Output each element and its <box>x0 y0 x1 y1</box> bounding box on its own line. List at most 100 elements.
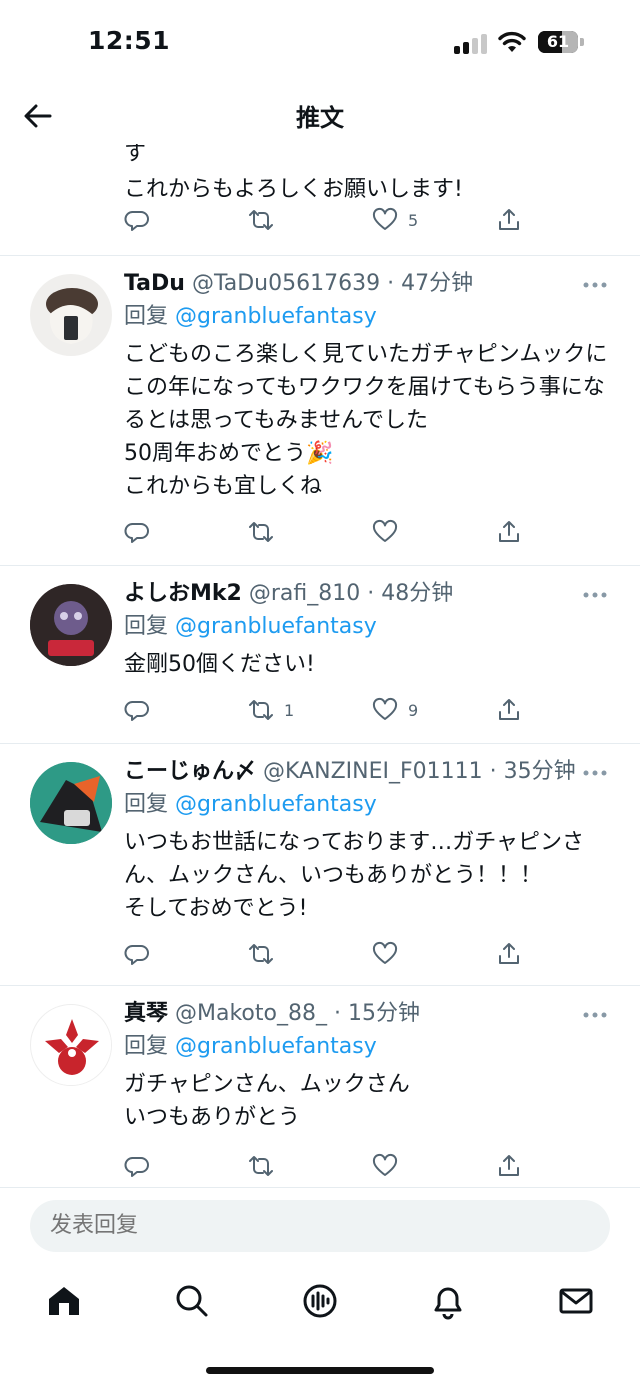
reply-to-handle[interactable]: @granbluefantasy <box>175 1034 377 1059</box>
reply-to-handle[interactable]: @granbluefantasy <box>175 304 377 329</box>
heart-icon <box>372 519 398 542</box>
reply-feed[interactable]: す これからもよろしくお願いします! 5 TaDu @TaDu05617639 … <box>0 144 640 1187</box>
tweet-text: いつもお世話になっております…ガチャピンさん、ムックさん、いつもありがとう！！！… <box>124 830 585 921</box>
tweet-time: 15分钟 <box>347 1001 420 1026</box>
user-handle[interactable]: @TaDu05617639 <box>192 271 380 296</box>
tweet[interactable]: こーじゅん〆 @KANZINEI_F01111 · 35分钟 回复 @granb… <box>0 744 640 986</box>
tweet[interactable]: TaDu @TaDu05617639 · 47分钟 回复 @granbluefa… <box>0 256 640 566</box>
share-icon <box>499 943 519 964</box>
home-icon[interactable] <box>44 1281 84 1321</box>
avatar-image <box>46 288 98 344</box>
tweet-text: 金剛50個ください! <box>124 652 315 677</box>
tweet-actions <box>124 940 524 968</box>
reply-to-line: 回复 @granbluefantasy <box>124 1030 614 1064</box>
like-button[interactable] <box>372 1152 408 1180</box>
tweet-time: 48分钟 <box>381 581 454 606</box>
tweet[interactable]: す これからもよろしくお願いします! 5 <box>0 144 640 256</box>
tweet[interactable]: よしおMk2 @rafi_810 · 48分钟 回复 @granbluefant… <box>0 566 640 744</box>
retweet-icon <box>249 944 273 964</box>
retweet-icon <box>249 700 273 720</box>
tweet-time: 47分钟 <box>401 271 474 296</box>
reply-prefix: 回复 <box>124 1034 169 1059</box>
separator: · <box>489 759 497 784</box>
share-button[interactable] <box>496 1152 522 1180</box>
home-indicator <box>206 1367 434 1374</box>
separator: · <box>387 271 395 296</box>
user-handle[interactable]: @Makoto_88_ <box>175 1001 327 1026</box>
spaces-icon[interactable] <box>300 1281 340 1321</box>
tweet-header: よしおMk2 @rafi_810 · 48分钟 <box>124 578 614 610</box>
tweet[interactable]: 真琴 @Makoto_88_ · 15分钟 回复 @granbluefantas… <box>0 986 640 1187</box>
user-handle[interactable]: @rafi_810 <box>249 581 360 606</box>
retweet-icon <box>249 210 273 230</box>
battery-level: 61 <box>546 32 570 51</box>
display-name[interactable]: TaDu <box>124 271 185 296</box>
notifications-icon[interactable] <box>428 1281 468 1321</box>
reply-to-line: 回复 @granbluefantasy <box>124 300 614 334</box>
heart-icon <box>372 941 398 964</box>
tweet-text: こどものころ楽しく見ていたガチャピンムックにこの年になってもワクワクを届けてもら… <box>124 342 608 499</box>
like-count: 9 <box>408 700 419 720</box>
tweet-text: ガチャピンさん、ムックさん いつもありがとう <box>124 1072 410 1130</box>
reply-prefix: 回复 <box>124 614 169 639</box>
reply-button[interactable] <box>124 1152 160 1180</box>
tweet-actions: 1 9 <box>124 696 524 724</box>
retweet-button[interactable] <box>248 518 284 546</box>
avatar-image <box>30 762 112 844</box>
tweet-actions <box>124 1152 524 1180</box>
share-button[interactable] <box>496 696 522 724</box>
like-button[interactable] <box>372 940 408 968</box>
like-count: 5 <box>408 210 419 230</box>
user-handle[interactable]: @KANZINEI_F01111 <box>263 759 483 784</box>
share-button[interactable] <box>496 518 522 546</box>
reply-button[interactable] <box>124 940 160 968</box>
avatar[interactable] <box>30 584 112 666</box>
heart-icon <box>372 697 398 720</box>
avatar[interactable] <box>30 274 112 356</box>
separator: · <box>367 581 375 606</box>
reply-button[interactable] <box>124 696 160 724</box>
reply-icon <box>124 701 149 721</box>
separator: · <box>333 1001 341 1026</box>
tweet-header: TaDu @TaDu05617639 · 47分钟 <box>124 268 614 300</box>
avatar[interactable] <box>30 762 112 844</box>
reply-button[interactable] <box>124 518 160 546</box>
status-time: 12:51 <box>88 26 171 55</box>
display-name[interactable]: こーじゅん〆 <box>124 759 256 784</box>
retweet-icon <box>249 522 273 542</box>
display-name[interactable]: 真琴 <box>124 1001 168 1026</box>
retweet-button[interactable] <box>248 206 284 234</box>
like-button[interactable]: 5 <box>372 206 418 234</box>
wifi-icon <box>498 31 526 52</box>
reply-icon <box>124 945 149 965</box>
tweet-actions: 5 <box>124 206 524 234</box>
reply-icon <box>124 523 149 543</box>
page-title: 推文 <box>296 104 344 132</box>
cellular-signal-icon <box>454 32 488 54</box>
messages-icon[interactable] <box>556 1281 596 1321</box>
retweet-count: 1 <box>284 700 295 720</box>
reply-prefix: 回复 <box>124 304 169 329</box>
avatar-image <box>32 1006 111 1085</box>
reply-bar <box>0 1187 640 1267</box>
retweet-button[interactable] <box>248 940 284 968</box>
reply-to-line: 回复 @granbluefantasy <box>124 788 614 822</box>
share-icon <box>499 209 519 230</box>
share-button[interactable] <box>496 206 522 234</box>
avatar[interactable] <box>30 1004 112 1086</box>
retweet-icon <box>249 1156 273 1176</box>
battery-icon: 61 <box>538 31 578 53</box>
reply-input[interactable] <box>30 1200 610 1252</box>
reply-button[interactable] <box>124 206 160 234</box>
like-button[interactable]: 9 <box>372 696 418 724</box>
like-button[interactable] <box>372 518 408 546</box>
reply-to-handle[interactable]: @granbluefantasy <box>175 792 377 817</box>
tweet-header: こーじゅん〆 @KANZINEI_F01111 · 35分钟 <box>124 756 614 788</box>
retweet-button[interactable]: 1 <box>248 696 294 724</box>
retweet-button[interactable] <box>248 1152 284 1180</box>
display-name[interactable]: よしおMk2 <box>124 581 242 606</box>
share-button[interactable] <box>496 940 522 968</box>
tweet-actions <box>124 518 524 546</box>
search-icon[interactable] <box>172 1281 212 1321</box>
reply-to-handle[interactable]: @granbluefantasy <box>175 614 377 639</box>
